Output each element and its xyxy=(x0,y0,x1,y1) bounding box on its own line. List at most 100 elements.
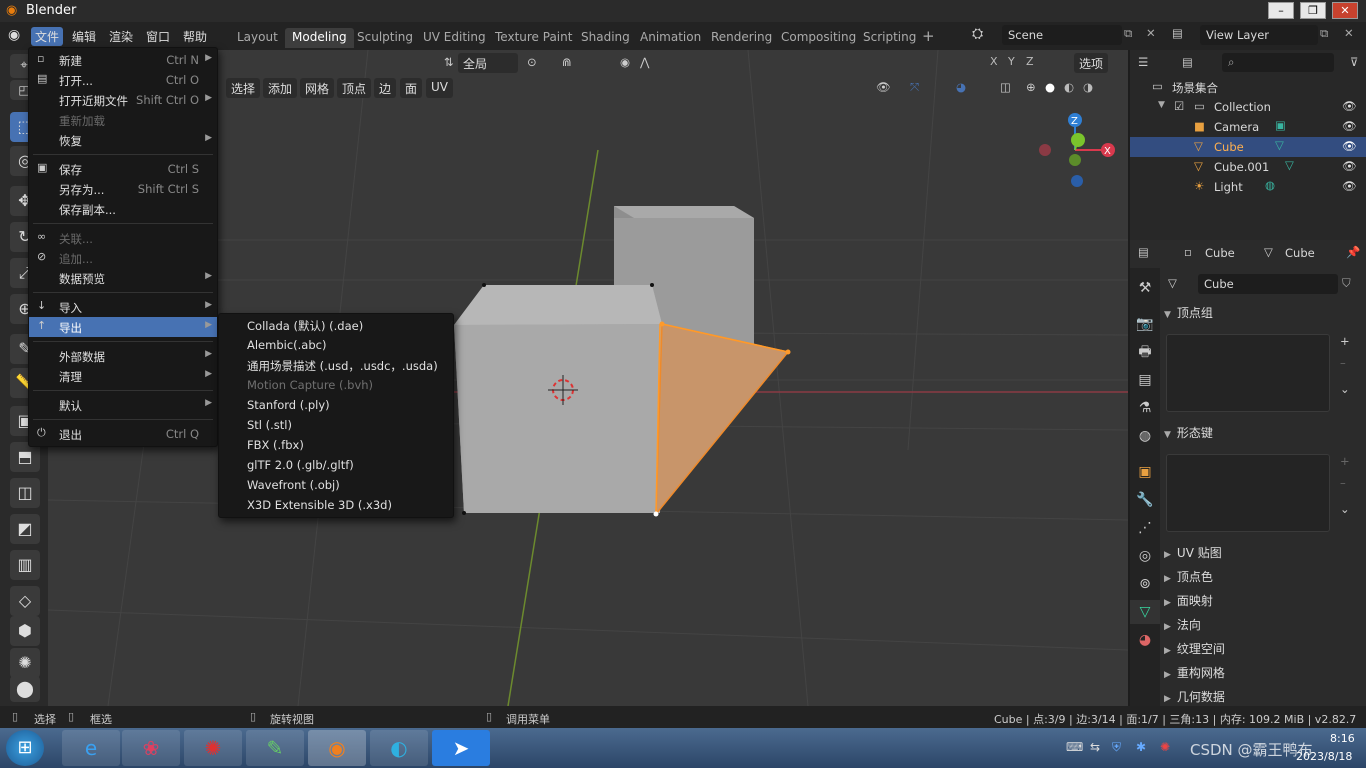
material-tab-icon[interactable]: ◕ xyxy=(1130,628,1160,652)
outliner-scene-collection[interactable]: ▭ 场景集合 xyxy=(1130,77,1366,97)
edit-menu-uv[interactable]: UV xyxy=(426,78,453,98)
more-icon[interactable]: ⌄ xyxy=(1340,502,1350,516)
start-button-icon[interactable]: ⊞ xyxy=(6,730,44,766)
particles-tab-icon[interactable]: ⋰ xyxy=(1130,516,1160,540)
rendered-shading-icon[interactable]: ◑ xyxy=(1083,80,1093,94)
outliner-editor-icon[interactable]: ☰ xyxy=(1138,55,1148,69)
constraints-tab-icon[interactable]: ⊚ xyxy=(1130,572,1160,596)
close-button[interactable]: ✕ xyxy=(1332,2,1358,19)
scene-field[interactable]: Scene xyxy=(1002,25,1122,45)
tool-tab-icon[interactable]: ⚒ xyxy=(1130,276,1160,300)
visibility-eye-icon[interactable]: 👁 xyxy=(1342,119,1357,133)
display-mode-icon[interactable]: ▤ xyxy=(1182,55,1193,69)
export-format-item[interactable]: Stanford (.ply) xyxy=(247,398,330,412)
physics-tab-icon[interactable]: ◎ xyxy=(1130,544,1160,568)
tab-texture-paint[interactable]: Texture Paint xyxy=(488,28,579,48)
object-tab-icon[interactable]: ▣ xyxy=(1130,460,1160,484)
app2-taskbar-icon[interactable]: ✺ xyxy=(184,730,242,766)
ie-taskbar-icon[interactable]: e xyxy=(62,730,120,766)
visibility-eye-icon[interactable]: 👁 xyxy=(1342,139,1357,153)
bluetooth-icon[interactable]: ✱ xyxy=(1136,740,1146,754)
solid-shading-icon[interactable]: ● xyxy=(1045,80,1055,94)
tab-animation[interactable]: Animation xyxy=(633,28,708,48)
section-normals[interactable]: ▶ 法向 xyxy=(1164,616,1362,636)
section-vertex-groups[interactable]: ▼ 顶点组 xyxy=(1164,304,1362,324)
more-icon[interactable]: ⌄ xyxy=(1340,382,1350,396)
loop-cut-tool-icon[interactable]: ▥ xyxy=(10,550,40,580)
menu-edit[interactable]: 编辑 xyxy=(68,27,100,46)
file-menu-item[interactable]: 数据预览 ▶ xyxy=(29,268,217,288)
falloff-icon[interactable]: ⋀ xyxy=(640,55,649,69)
axis-z-toggle[interactable]: Z xyxy=(1026,55,1034,68)
network-icon[interactable]: ⇆ xyxy=(1090,740,1100,754)
mesh-data-icon[interactable]: ▽ xyxy=(1275,138,1284,152)
mesh-data-icon[interactable]: ▽ xyxy=(1285,158,1294,172)
menu-window[interactable]: 窗口 xyxy=(142,27,174,46)
proportional-edit-icon[interactable]: ◉ xyxy=(620,55,630,69)
section-face-maps[interactable]: ▶ 面映射 xyxy=(1164,592,1362,612)
tab-rendering[interactable]: Rendering xyxy=(704,28,779,48)
menu-render[interactable]: 渲染 xyxy=(105,27,137,46)
xray-icon[interactable]: ◫ xyxy=(1000,80,1011,94)
outliner-search[interactable]: ⌕ xyxy=(1222,53,1334,72)
blender-taskbar-icon[interactable]: ◉ xyxy=(308,730,366,766)
file-menu-item[interactable]: 打开近期文件 Shift Ctrl O ▶ xyxy=(29,90,217,110)
axis-x-toggle[interactable]: X xyxy=(990,55,998,68)
file-menu-item[interactable]: ▤ 打开... Ctrl O xyxy=(29,70,217,90)
poly-build-tool-icon[interactable]: ⬢ xyxy=(10,616,40,646)
restore-button[interactable]: ❐ xyxy=(1300,2,1326,19)
section-texture-space[interactable]: ▶ 纹理空间 xyxy=(1164,640,1362,660)
tab-shading[interactable]: Shading xyxy=(574,28,637,48)
shape-keys-list[interactable] xyxy=(1166,454,1330,532)
edit-menu-face[interactable]: 面 xyxy=(400,78,423,98)
vertex-groups-list[interactable] xyxy=(1166,334,1330,412)
menu-help[interactable]: 帮助 xyxy=(179,27,211,46)
export-format-item[interactable]: 通用场景描述 (.usd，.usdc，.usda) xyxy=(247,358,438,374)
filter-icon[interactable]: ⊽ xyxy=(1350,55,1358,69)
section-remesh[interactable]: ▶ 重构网格 xyxy=(1164,664,1362,684)
keyboard-icon[interactable]: ⌨ xyxy=(1066,740,1083,754)
options-dropdown[interactable]: 选项 xyxy=(1074,53,1109,73)
menu-file[interactable]: 文件 xyxy=(31,27,64,46)
pin-icon[interactable]: 📌 xyxy=(1346,245,1360,259)
outliner-row-cube[interactable]: ▽ Cube ▽ 👁 xyxy=(1130,137,1366,157)
minimize-button[interactable]: – xyxy=(1268,2,1294,19)
file-menu-item[interactable]: ↓ 导入 ▶ xyxy=(29,297,217,317)
section-geometry-data[interactable]: ▶ 几何数据 xyxy=(1164,688,1362,708)
tab-scripting[interactable]: Scripting xyxy=(856,28,923,48)
copy-scene-icon[interactable]: ⧉ xyxy=(1124,26,1132,41)
visibility-icon[interactable]: 👁 xyxy=(876,80,891,94)
edit-menu-edge[interactable]: 边 xyxy=(374,78,397,98)
app-taskbar-icon[interactable]: ❀ xyxy=(122,730,180,766)
notepad-taskbar-icon[interactable]: ✎ xyxy=(246,730,304,766)
bevel-tool-icon[interactable]: ◩ xyxy=(10,514,40,544)
tab-layout[interactable]: Layout xyxy=(230,28,285,48)
snap-icon[interactable]: ⋒ xyxy=(562,55,572,69)
view-layer-tab-icon[interactable]: ▤ xyxy=(1130,368,1160,392)
material-shading-icon[interactable]: ◐ xyxy=(1064,80,1074,94)
visibility-eye-icon[interactable]: 👁 xyxy=(1342,179,1357,193)
app3-taskbar-icon[interactable]: ➤ xyxy=(432,730,490,766)
tab-compositing[interactable]: Compositing xyxy=(774,28,863,48)
export-format-item[interactable]: Stl (.stl) xyxy=(247,418,292,432)
add-workspace-icon[interactable]: + xyxy=(922,27,935,45)
view-layer-field[interactable]: View Layer xyxy=(1200,25,1318,45)
render-tab-icon[interactable]: 📷 xyxy=(1130,312,1160,336)
camera-data-icon[interactable]: ▣ xyxy=(1275,118,1286,132)
security-icon[interactable]: ⛨ xyxy=(1112,740,1121,755)
outliner-row-light[interactable]: ☀ Light ◍ 👁 xyxy=(1130,177,1366,197)
edit-menu-add[interactable]: 添加 xyxy=(263,78,298,98)
world-tab-icon[interactable]: ◍ xyxy=(1130,424,1160,448)
remove-view-layer-icon[interactable]: ✕ xyxy=(1344,26,1354,40)
section-vertex-colors[interactable]: ▶ 顶点色 xyxy=(1164,568,1362,588)
outliner-row-camera[interactable]: ■ Camera ▣ 👁 xyxy=(1130,117,1366,137)
light-data-icon[interactable]: ◍ xyxy=(1265,178,1275,192)
file-menu-item[interactable]: ↑ 导出 ▶ xyxy=(29,317,217,337)
clock-date[interactable]: 2023/8/18 xyxy=(1296,750,1352,763)
edit-menu-mesh[interactable]: 网格 xyxy=(300,78,335,98)
section-uv-maps[interactable]: ▶ UV 贴图 xyxy=(1164,544,1362,564)
scene-icon[interactable]: ⛭ xyxy=(972,26,983,42)
mesh-name-field[interactable]: Cube xyxy=(1198,274,1338,294)
file-menu-item[interactable]: 恢复 ▶ xyxy=(29,130,217,150)
transform-orientation-select[interactable]: 全局 xyxy=(458,53,518,73)
